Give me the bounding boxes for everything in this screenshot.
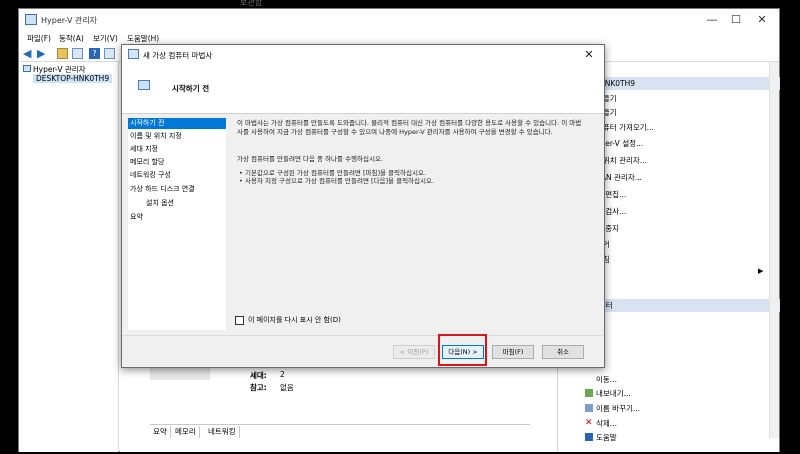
window-title: Hyper-V 관리자	[41, 16, 98, 25]
wizard-header: 시작하기 전	[122, 64, 604, 114]
detail-tabs: 요약 메모리 네트워킹	[150, 424, 530, 438]
delete-icon: ✕	[585, 418, 593, 428]
detail-label-generation: 세대:	[250, 371, 267, 380]
previous-button[interactable]: < 이전(P)	[393, 345, 435, 359]
next-button-highlight	[438, 334, 487, 366]
minimize-icon[interactable]: —	[701, 12, 723, 28]
wizard-steps: 시작하기 전 이름 및 위치 지정 세대 지정 메모리 할당 네트워킹 구성 가…	[128, 118, 226, 330]
close-icon[interactable]: ✕	[751, 12, 773, 28]
cancel-button[interactable]: 취소	[542, 345, 584, 359]
tab-memory[interactable]: 메모리	[172, 426, 200, 438]
tree-item-host[interactable]: DESKTOP-HNK0TH9	[33, 74, 113, 83]
top-strip-text: 보관함	[240, 0, 263, 7]
step-install-options[interactable]: 설치 옵션	[128, 198, 226, 209]
title-bar: Hyper-V 관리자 — ☐ ✕	[19, 9, 779, 31]
hyperv-node-icon	[23, 65, 31, 72]
step-memory[interactable]: 메모리 할당	[128, 157, 226, 168]
wizard-content: 이 마법사는 가상 컴퓨터를 만들도록 도와줍니다. 물리적 컴퓨터 대신 가상…	[231, 118, 599, 330]
bullet-next: 사용자 지정 구성으로 가상 컴퓨터를 만들려면 [다음]을 클릭하십시오.	[239, 177, 585, 186]
help-icon[interactable]: ?	[89, 48, 100, 59]
wizard-title: 새 가상 컴퓨터 마법사	[143, 51, 213, 60]
hyperv-app-icon	[25, 14, 37, 25]
desktop-top-strip: 보관함	[0, 0, 800, 8]
console-tree-icon[interactable]	[72, 48, 83, 59]
instruction-paragraph: 가상 컴퓨터를 만들려면 다음 중 하나를 수행하십시오.	[237, 155, 384, 163]
navigation-tree: Hyper-V 관리자 DESKTOP-HNK0TH9	[19, 62, 119, 452]
action-move[interactable]: 이동...	[596, 374, 617, 385]
vm-page-icon	[138, 80, 150, 90]
rename-icon	[585, 404, 593, 412]
detail-value-notes: 없음	[280, 383, 294, 392]
checkbox-icon[interactable]	[235, 315, 244, 325]
action-pane-icon[interactable]	[104, 48, 115, 59]
folder-up-icon[interactable]	[57, 48, 68, 59]
wizard-title-bar: 새 가상 컴퓨터 마법사 ✕	[122, 45, 604, 64]
export-icon	[585, 389, 593, 397]
actions-scrollbar[interactable]	[769, 62, 779, 438]
detail-value-generation: 2	[280, 370, 285, 379]
close-icon[interactable]: ✕	[580, 47, 598, 62]
action-delete[interactable]: 삭제...	[596, 418, 617, 429]
action-export[interactable]: 내보내기...	[596, 388, 631, 399]
submenu-arrow-icon: ▶	[758, 267, 764, 275]
menu-file[interactable]: 파일(F)	[27, 33, 51, 44]
vm-detail-panel: 세대: 2 참고: 없음	[150, 362, 557, 422]
menu-view[interactable]: 보기(V)	[93, 33, 118, 44]
step-networking[interactable]: 네트워킹 구성	[128, 170, 226, 181]
tab-summary[interactable]: 요약	[150, 426, 171, 438]
divider	[122, 335, 604, 336]
dont-show-label: 이 페이지를 다시 표시 안 함(D)	[248, 316, 341, 324]
step-generation[interactable]: 세대 지정	[128, 144, 226, 155]
dont-show-again-checkbox[interactable]: 이 페이지를 다시 표시 안 함(D)	[235, 315, 341, 325]
finish-button[interactable]: 마침(F)	[492, 345, 534, 359]
tree-root-label: Hyper-V 관리자	[33, 65, 86, 74]
action-help-vm[interactable]: 도움말	[596, 432, 617, 443]
step-virtual-disk[interactable]: 가상 하드 디스크 연결	[128, 184, 226, 195]
detail-label-notes: 참고:	[250, 383, 267, 392]
menu-help[interactable]: 도움말(H)	[127, 33, 159, 44]
step-summary[interactable]: 요약	[128, 212, 226, 223]
help-action-icon	[585, 433, 593, 441]
intro-paragraph: 이 마법사는 가상 컴퓨터를 만들도록 도와줍니다. 물리적 컴퓨터 대신 가상…	[237, 119, 582, 136]
forward-arrow-icon[interactable]: ▶	[37, 48, 48, 59]
step-name-location[interactable]: 이름 및 위치 지정	[128, 131, 226, 142]
back-arrow-icon[interactable]: ◀	[23, 48, 34, 59]
step-before-you-begin[interactable]: 시작하기 전	[128, 118, 226, 129]
tab-networking[interactable]: 네트워킹	[205, 426, 240, 438]
menu-action[interactable]: 동작(A)	[59, 33, 84, 44]
vm-wizard-icon	[128, 49, 139, 59]
new-vm-wizard-dialog: 새 가상 컴퓨터 마법사 ✕ 시작하기 전 시작하기 전 이름 및 위치 지정 …	[121, 44, 605, 368]
action-rename[interactable]: 이름 바꾸기...	[596, 403, 640, 414]
maximize-icon[interactable]: ☐	[725, 12, 747, 28]
page-title: 시작하기 전	[172, 84, 210, 93]
